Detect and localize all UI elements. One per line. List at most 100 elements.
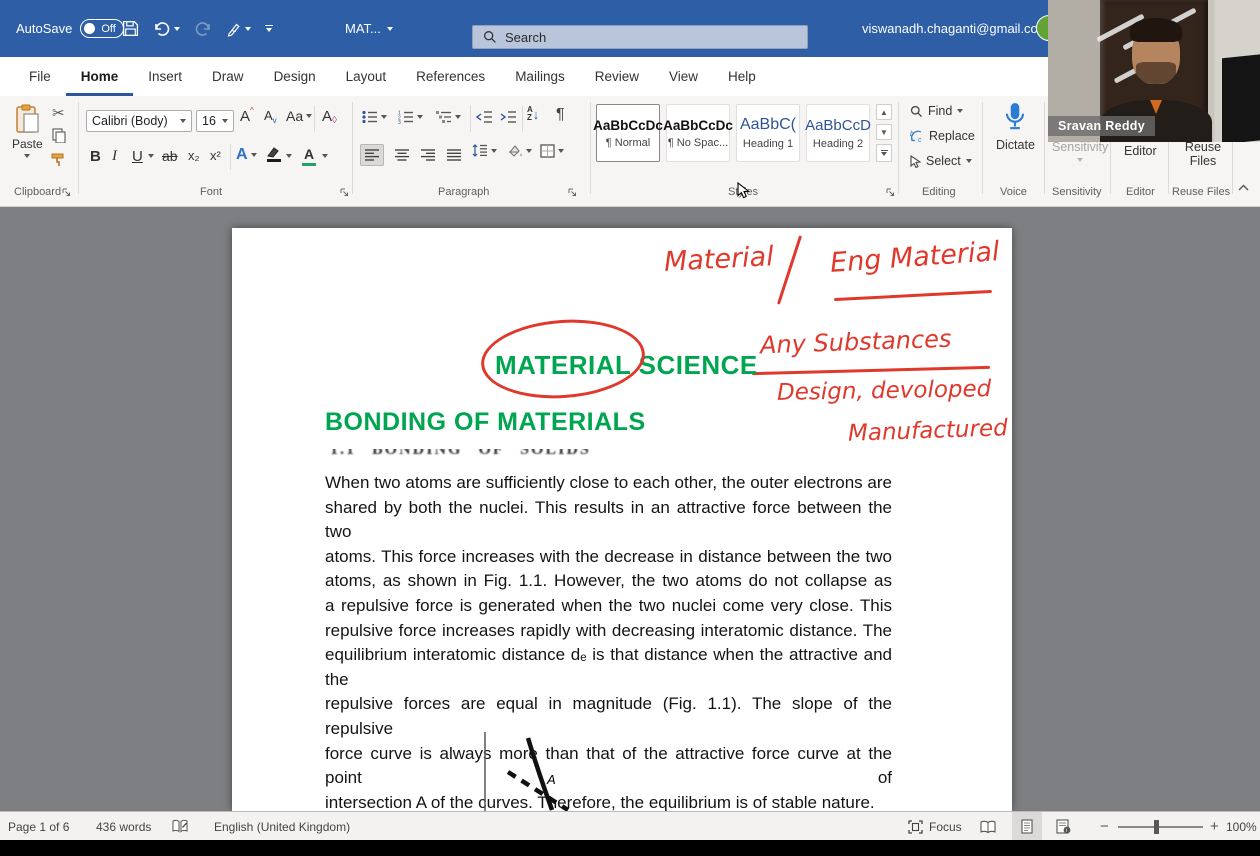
font-color-dropdown-icon[interactable] [322, 154, 328, 158]
autosave-label: AutoSave [16, 21, 72, 36]
page-indicator[interactable]: Page 1 of 6 [8, 812, 69, 841]
tab-view[interactable]: View [654, 57, 713, 96]
zoom-slider-thumb[interactable] [1154, 820, 1159, 834]
zoom-slider[interactable] [1118, 812, 1203, 841]
align-left-button[interactable] [360, 144, 384, 166]
styles-scroll-down-icon[interactable]: ▼ [876, 124, 892, 140]
underline-button[interactable]: U [132, 148, 143, 165]
find-button[interactable]: Find [910, 104, 963, 118]
text-effects-button[interactable]: A [236, 146, 257, 164]
clipboard-dialog-launcher[interactable] [62, 188, 72, 198]
handwriting-underline-2 [752, 366, 990, 375]
increase-indent-button[interactable] [500, 110, 517, 124]
shrink-font-button[interactable]: Av [264, 108, 277, 123]
document-title[interactable]: MAT... [345, 0, 393, 57]
italic-button[interactable]: I [112, 148, 117, 165]
editor-button[interactable]: Editor [1124, 144, 1157, 158]
tab-help[interactable]: Help [713, 57, 771, 96]
tab-design[interactable]: Design [259, 57, 331, 96]
sort-button[interactable]: AZ ↓ [527, 106, 539, 122]
autosave-toggle[interactable]: AutoSave Off [16, 0, 124, 57]
reuse-files-group-label: Reuse Files [1172, 186, 1230, 198]
word-count[interactable]: 436 words [96, 812, 151, 841]
paste-button[interactable]: Paste [12, 104, 43, 158]
select-button[interactable]: Select [910, 154, 972, 168]
account-email[interactable]: viswanadh.chaganti@gmail.com [862, 0, 1049, 57]
multilevel-list-button[interactable] [436, 110, 461, 124]
bold-button[interactable]: B [90, 148, 101, 165]
tab-review[interactable]: Review [580, 57, 654, 96]
style-heading2[interactable]: AaBbCcD Heading 2 [806, 104, 870, 162]
clear-formatting-button[interactable]: A◊ [322, 108, 337, 125]
font-name-combo[interactable]: Calibri (Body) [86, 110, 192, 132]
style-normal[interactable]: AaBbCcDc ¶ Normal [596, 104, 660, 162]
zoom-level[interactable]: 100% [1226, 812, 1257, 841]
undo-dropdown-icon[interactable] [174, 27, 180, 31]
print-layout-icon[interactable] [1012, 812, 1042, 841]
tab-draw[interactable]: Draw [197, 57, 259, 96]
grow-font-button[interactable]: A^ [240, 108, 254, 125]
underline-dropdown-icon[interactable] [148, 154, 154, 158]
align-center-button[interactable] [390, 144, 414, 166]
figure-force-curves: A [470, 726, 610, 811]
decrease-indent-button[interactable] [476, 110, 493, 124]
highlight-dropdown-icon[interactable] [286, 154, 292, 158]
tab-references[interactable]: References [401, 57, 500, 96]
styles-dialog-launcher[interactable] [886, 188, 896, 198]
language-indicator[interactable]: English (United Kingdom) [214, 812, 350, 841]
search-input[interactable]: Search [472, 25, 808, 49]
font-dialog-launcher[interactable] [340, 188, 350, 198]
body-line: atoms, as shown in Fig. 1.1. However, th… [325, 569, 892, 594]
save-icon[interactable] [122, 20, 139, 37]
styles-scroll-up-icon[interactable]: ▲ [876, 104, 892, 120]
proofing-icon[interactable] [172, 812, 188, 841]
cut-icon[interactable]: ✂ [52, 104, 65, 122]
dictate-button[interactable]: Dictate [996, 102, 1035, 152]
customize-toolbar-icon[interactable] [265, 25, 273, 32]
zoom-out-button[interactable]: − [1100, 812, 1109, 841]
web-layout-icon[interactable]: i [1056, 812, 1071, 841]
borders-button[interactable] [540, 144, 564, 158]
tab-insert[interactable]: Insert [133, 57, 197, 96]
webcam-background-monitor [1222, 54, 1260, 142]
zoom-in-button[interactable]: + [1210, 812, 1219, 841]
highlight-color-button[interactable] [266, 146, 282, 162]
styles-more-icon[interactable] [876, 144, 892, 162]
document-page[interactable]: Material Eng Material Any Substances Des… [232, 228, 1012, 811]
handwriting-manufactured: Manufactured [848, 415, 1009, 447]
paragraph-group-label: Paragraph [438, 186, 489, 198]
replace-button[interactable]: bc Replace [910, 129, 975, 143]
paragraph-dialog-launcher[interactable] [568, 188, 578, 198]
ink-gesture-button[interactable] [226, 21, 251, 37]
bullets-button[interactable] [362, 110, 387, 124]
style-heading1[interactable]: AaBbC( Heading 1 [736, 104, 800, 162]
align-right-button[interactable] [416, 144, 440, 166]
subscript-button[interactable]: x₂ [188, 148, 200, 163]
font-color-button[interactable]: A [302, 146, 316, 166]
document-area: Material Eng Material Any Substances Des… [0, 207, 1260, 811]
copy-icon[interactable] [52, 128, 66, 143]
strikethrough-button[interactable]: ab [162, 148, 178, 164]
justify-button[interactable] [442, 144, 466, 166]
tab-layout[interactable]: Layout [331, 57, 402, 96]
format-painter-icon[interactable] [50, 152, 66, 168]
collapse-ribbon-icon[interactable] [1238, 184, 1249, 191]
ink-dropdown-icon[interactable] [245, 27, 251, 31]
line-spacing-button[interactable] [472, 144, 497, 157]
tab-home[interactable]: Home [66, 57, 134, 96]
superscript-button[interactable]: x² [210, 148, 221, 163]
undo-button[interactable] [153, 21, 180, 37]
pilcrow-button[interactable]: ¶ [556, 106, 565, 124]
reuse-files-button[interactable]: Reuse Files [1180, 140, 1226, 168]
style-no-spacing[interactable]: AaBbCcDc ¶ No Spac... [666, 104, 730, 162]
numbering-button[interactable]: 123 [398, 110, 423, 124]
tab-mailings[interactable]: Mailings [500, 57, 580, 96]
autosave-knob [84, 23, 95, 34]
tab-file[interactable]: File [14, 57, 66, 96]
font-size-combo[interactable]: 16 [196, 110, 234, 132]
paste-dropdown-icon[interactable] [24, 154, 30, 158]
focus-button[interactable]: Focus [908, 812, 962, 841]
shading-button[interactable] [506, 144, 532, 158]
read-mode-icon[interactable] [980, 812, 997, 841]
change-case-button[interactable]: Aa [286, 108, 312, 124]
